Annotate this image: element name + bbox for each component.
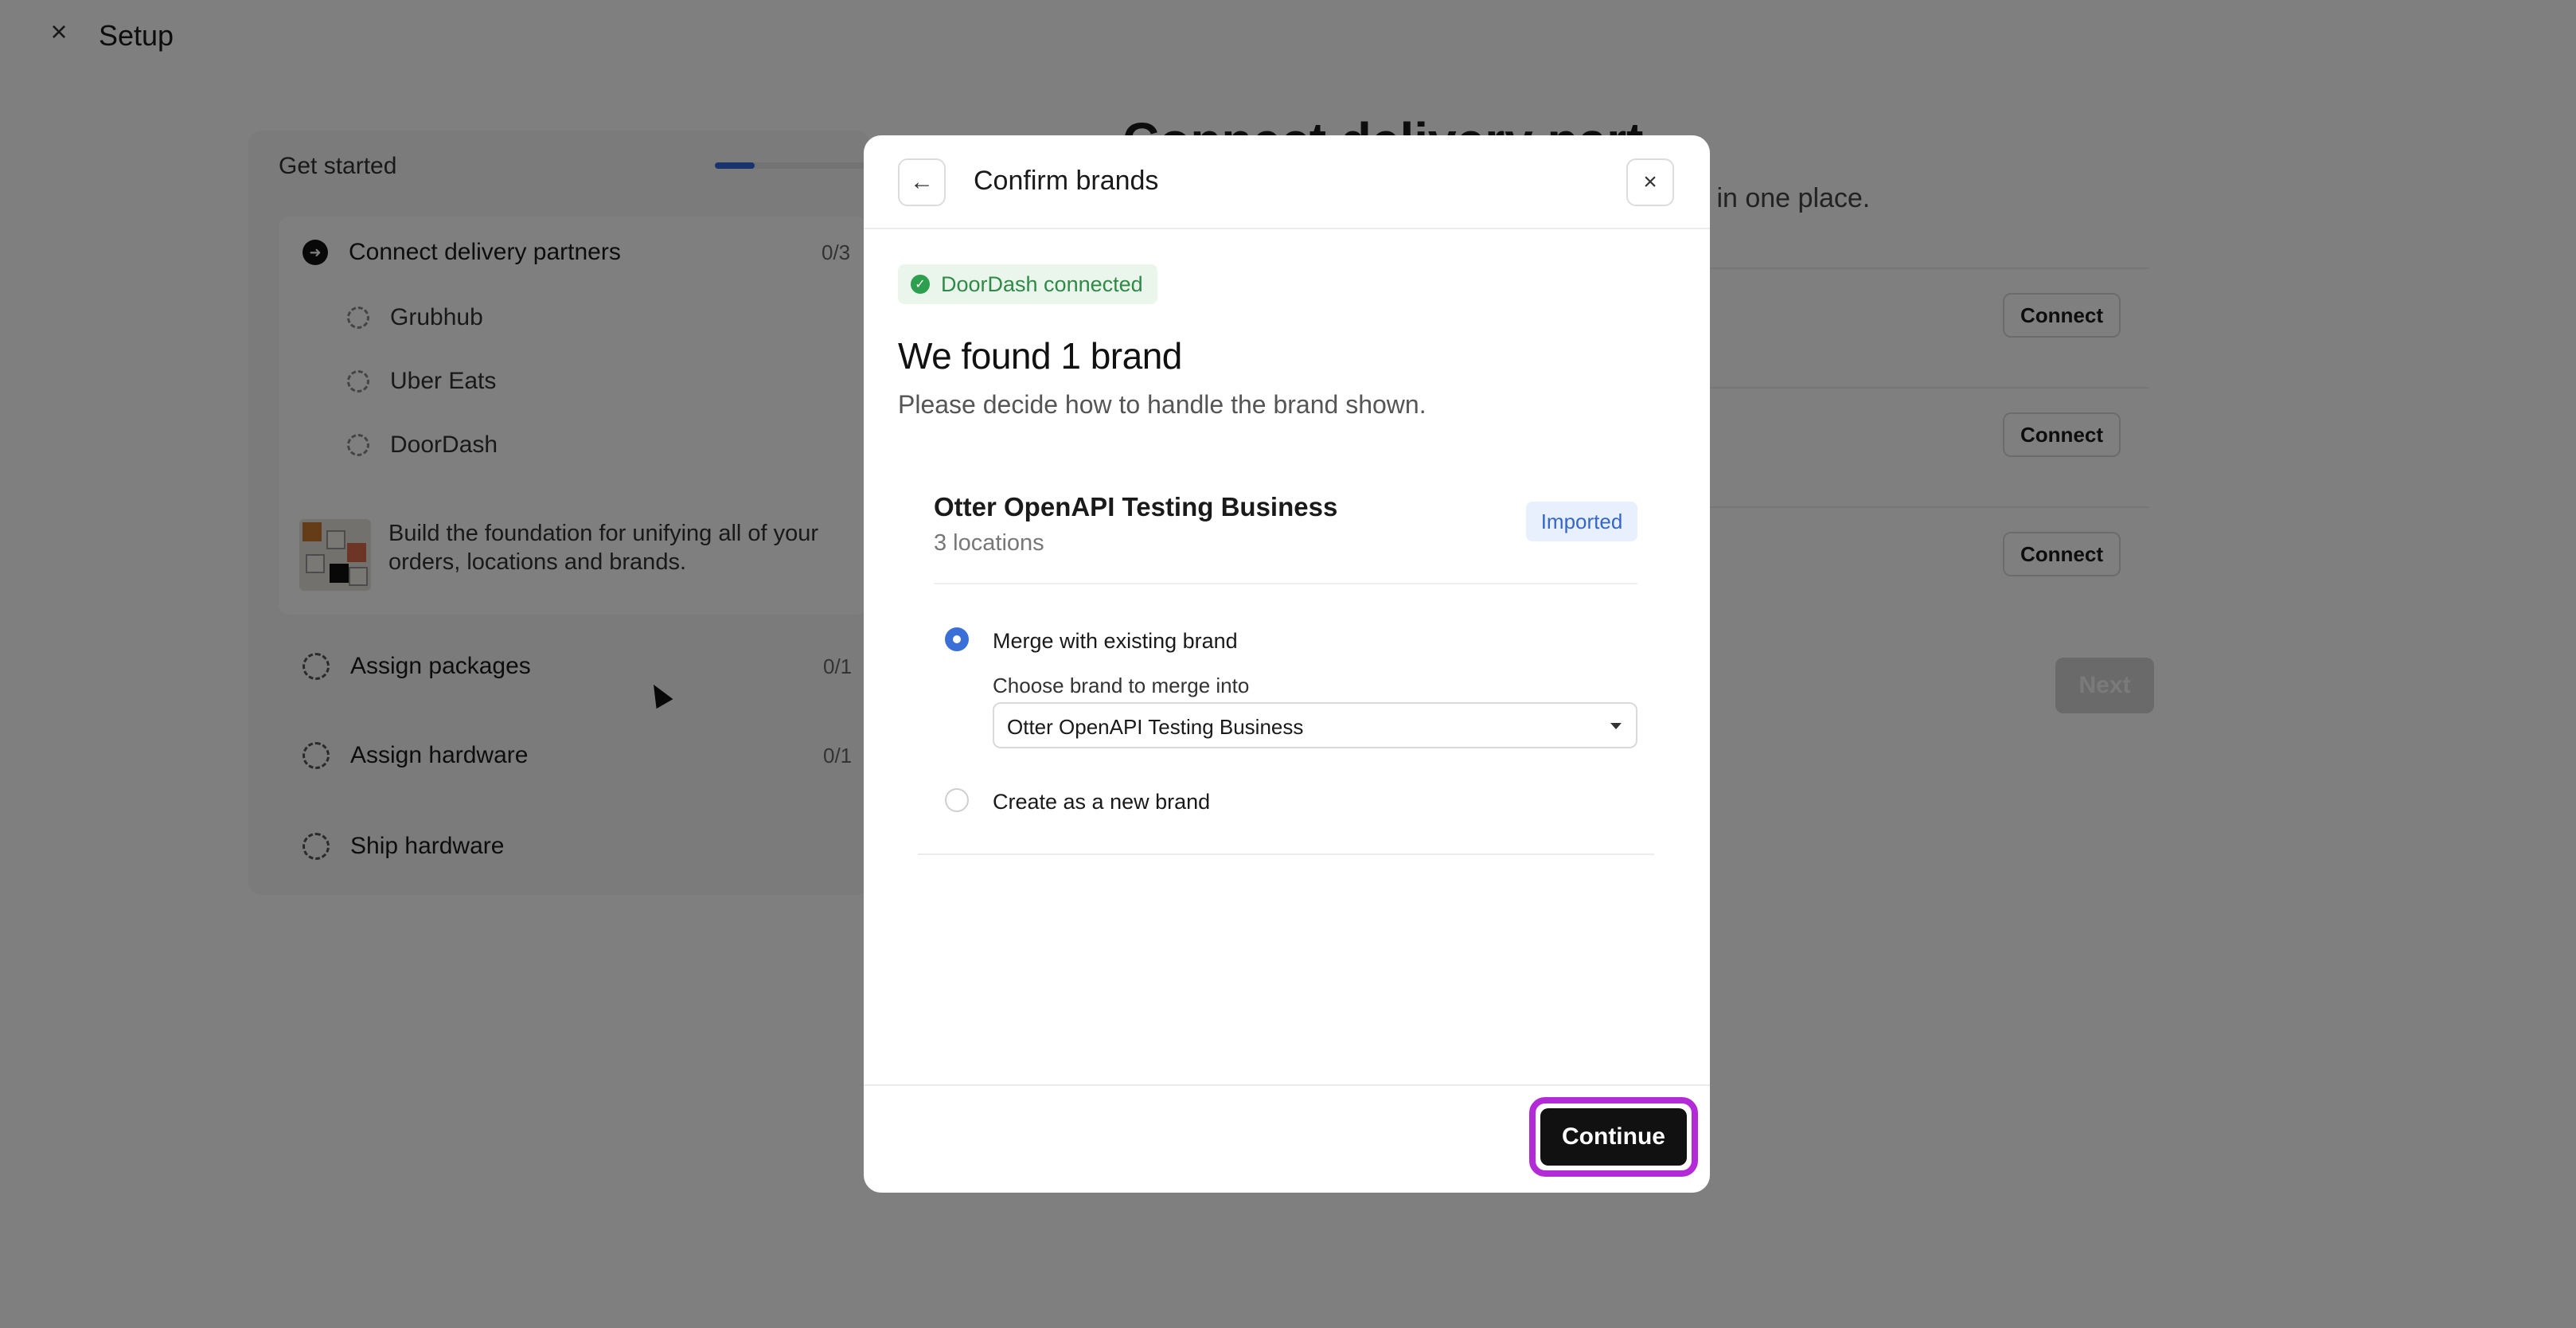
status-badge-label: DoorDash connected bbox=[941, 271, 1143, 296]
dialog-title: Confirm brands bbox=[974, 166, 1159, 196]
merge-target-label: Choose brand to merge into bbox=[993, 674, 1250, 697]
back-button[interactable]: ← bbox=[898, 158, 946, 206]
imported-badge: Imported bbox=[1526, 502, 1637, 541]
close-button[interactable]: × bbox=[1626, 158, 1674, 206]
divider bbox=[934, 583, 1637, 584]
confirm-brands-dialog: ← Confirm brands × ✓ DoorDash connected … bbox=[864, 135, 1710, 1193]
brand-locations: 3 locations bbox=[934, 530, 1044, 556]
divider bbox=[918, 853, 1654, 855]
merge-radio[interactable] bbox=[945, 627, 969, 651]
status-badge: ✓ DoorDash connected bbox=[898, 264, 1157, 304]
close-icon: × bbox=[1643, 169, 1657, 195]
arrow-left-icon: ← bbox=[910, 169, 934, 195]
new-brand-option-label[interactable]: Create as a new brand bbox=[993, 790, 1210, 814]
merge-brand-select[interactable]: Otter OpenAPI Testing Business bbox=[993, 702, 1637, 748]
check-circle-icon: ✓ bbox=[911, 275, 930, 294]
merge-option-label[interactable]: Merge with existing brand bbox=[993, 629, 1238, 654]
chevron-down-icon bbox=[1610, 723, 1622, 729]
brand-name: Otter OpenAPI Testing Business bbox=[934, 492, 1338, 521]
dialog-heading: We found 1 brand bbox=[898, 335, 1182, 377]
new-brand-radio[interactable] bbox=[945, 788, 969, 812]
dialog-header: ← Confirm brands × bbox=[864, 135, 1710, 229]
continue-button[interactable]: Continue bbox=[1540, 1108, 1687, 1166]
dialog-subheading: Please decide how to handle the brand sh… bbox=[898, 390, 1427, 419]
select-value: Otter OpenAPI Testing Business bbox=[1007, 715, 1304, 739]
